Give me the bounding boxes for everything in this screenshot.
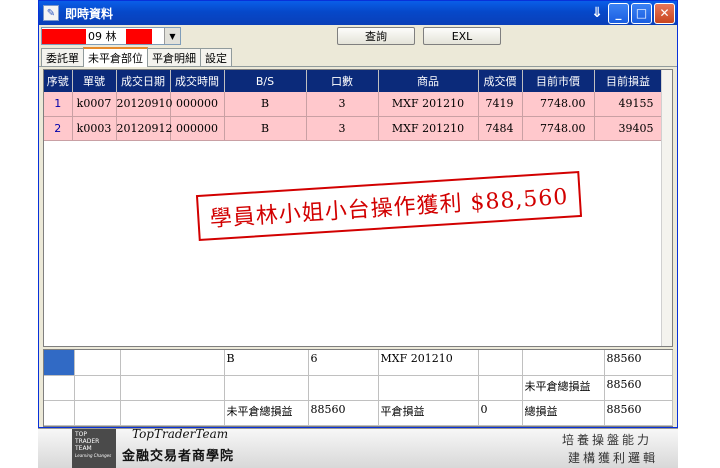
- summary-cell: [378, 375, 479, 401]
- summary-cell: [522, 350, 605, 376]
- summary-selected-cell[interactable]: [44, 350, 75, 376]
- order-id: k0007: [72, 92, 117, 117]
- maximize-button[interactable]: □: [631, 2, 652, 24]
- trade-time: 000000: [170, 92, 225, 117]
- slogan-line: 培養操盤能力: [561, 433, 652, 447]
- logo-text: TEAM: [75, 445, 92, 452]
- brand-logo: TOP TRADER TEAM Learning Changes: [72, 429, 116, 468]
- column-header[interactable]: 目前損益: [594, 70, 663, 92]
- summary-cell: 6: [308, 350, 379, 376]
- tab-strip: 委託單 未平倉部位 平倉明細 設定: [39, 47, 677, 67]
- positions-table: 序號 單號 成交日期 成交時間 B/S 口數 商品 成交價 目前市價 目前損益 …: [44, 70, 663, 141]
- summary-cell: 88560: [308, 400, 379, 426]
- product: MXF 201210: [378, 92, 479, 117]
- summary-cell: 0: [478, 400, 523, 426]
- summary-cell: 平倉損益: [378, 400, 479, 426]
- column-header[interactable]: 商品: [378, 70, 479, 92]
- minimize-button[interactable]: _: [608, 2, 629, 24]
- trade-time: 000000: [170, 116, 225, 141]
- tab-settings[interactable]: 設定: [200, 48, 232, 66]
- row-index: 1: [44, 92, 73, 117]
- table-header-row: 序號 單號 成交日期 成交時間 B/S 口數 商品 成交價 目前市價 目前損益: [44, 70, 663, 92]
- summary-grid-area: B 6 MXF 201210 88560 未平倉總損益 88560 未平倉總損益…: [43, 349, 673, 427]
- column-header[interactable]: 序號: [44, 70, 73, 92]
- logo-text: TOP: [75, 431, 88, 438]
- account-value: 09 林: [88, 30, 117, 43]
- column-header[interactable]: 口數: [306, 70, 379, 92]
- column-header[interactable]: 單號: [72, 70, 117, 92]
- summary-cell: [120, 400, 225, 426]
- profit-loss: 49155: [594, 92, 663, 117]
- product: MXF 201210: [378, 116, 479, 141]
- lots: 3: [306, 116, 379, 141]
- summary-cell: 總損益: [522, 400, 605, 426]
- profit-loss: 39405: [594, 116, 663, 141]
- app-icon: ✎: [43, 5, 59, 21]
- toolbar: 09 林 ▼ 查詢 EXL: [39, 25, 677, 47]
- logo-subtitle: Learning Changes: [75, 453, 112, 458]
- summary-cell: MXF 201210: [378, 350, 479, 376]
- fill-price: 7419: [478, 92, 523, 117]
- summary-cell: [120, 350, 225, 376]
- summary-cell: [478, 375, 523, 401]
- summary-cell: [224, 375, 309, 401]
- trade-date: 20120912: [116, 116, 173, 141]
- summary-cell: [74, 400, 121, 426]
- title-bar[interactable]: ✎ 即時資料 ⇓ _ □ ✕: [39, 1, 677, 25]
- app-window: ✎ 即時資料 ⇓ _ □ ✕ 09 林 ▼ 查詢 EXL 委託單 未平倉部位 平…: [38, 0, 678, 428]
- summary-cell: [74, 350, 121, 376]
- fill-price: 7484: [478, 116, 523, 141]
- summary-cell: [44, 400, 75, 426]
- summary-cell: [478, 350, 523, 376]
- summary-row: 未平倉總損益 88560 平倉損益 0 總損益 88560: [44, 400, 673, 426]
- summary-cell: 88560: [604, 375, 673, 401]
- exl-button[interactable]: EXL: [423, 27, 501, 45]
- summary-row: 未平倉總損益 88560: [44, 375, 673, 401]
- window-title: 即時資料: [65, 6, 114, 21]
- summary-cell: [308, 375, 379, 401]
- trade-date: 20120910: [116, 92, 173, 117]
- tab-orders[interactable]: 委託單: [41, 48, 84, 66]
- tab-open-positions[interactable]: 未平倉部位: [83, 47, 148, 67]
- summary-cell: 88560: [604, 400, 673, 426]
- slogan-line: 建構獲利邏輯: [567, 451, 658, 465]
- column-header[interactable]: B/S: [224, 70, 307, 92]
- redaction-block: [42, 29, 86, 44]
- lots: 3: [306, 92, 379, 117]
- summary-cell: [120, 375, 225, 401]
- summary-table: B 6 MXF 201210 88560 未平倉總損益 88560 未平倉總損益…: [44, 350, 673, 426]
- pin-icon[interactable]: ⇓: [588, 3, 606, 24]
- order-id: k0003: [72, 116, 117, 141]
- chevron-down-icon[interactable]: ▼: [164, 28, 180, 44]
- summary-cell: 88560: [604, 350, 673, 376]
- buy-sell: B: [224, 116, 307, 141]
- summary-cell: B: [224, 350, 309, 376]
- account-select[interactable]: 09 林 ▼: [41, 27, 181, 45]
- summary-cell: 未平倉總損益: [224, 400, 309, 426]
- row-index: 2: [44, 116, 73, 141]
- vertical-scrollbar[interactable]: [661, 70, 672, 346]
- column-header[interactable]: 成交價: [478, 70, 523, 92]
- column-header[interactable]: 目前市價: [522, 70, 595, 92]
- summary-cell: [74, 375, 121, 401]
- redaction-block: [126, 29, 152, 44]
- logo-text: TRADER: [75, 438, 100, 445]
- summary-row: B 6 MXF 201210 88560: [44, 350, 673, 376]
- market-price: 7748.00: [522, 92, 595, 117]
- college-name: 金融交易者商學院: [122, 449, 235, 464]
- footer-banner: TOP TRADER TEAM Learning Changes TopTrad…: [38, 427, 678, 468]
- buy-sell: B: [224, 92, 307, 117]
- query-button[interactable]: 查詢: [337, 27, 415, 45]
- column-header[interactable]: 成交時間: [170, 70, 225, 92]
- tab-closed-details[interactable]: 平倉明細: [147, 48, 201, 66]
- team-name: TopTraderTeam: [132, 427, 229, 441]
- column-header[interactable]: 成交日期: [116, 70, 171, 92]
- summary-cell: [44, 375, 75, 401]
- market-price: 7748.00: [522, 116, 595, 141]
- table-row[interactable]: 1 k0007 20120910 000000 B 3 MXF 201210 7…: [44, 92, 663, 117]
- table-row[interactable]: 2 k0003 20120912 000000 B 3 MXF 201210 7…: [44, 116, 663, 141]
- close-button[interactable]: ✕: [654, 2, 675, 24]
- summary-cell: 未平倉總損益: [522, 375, 605, 401]
